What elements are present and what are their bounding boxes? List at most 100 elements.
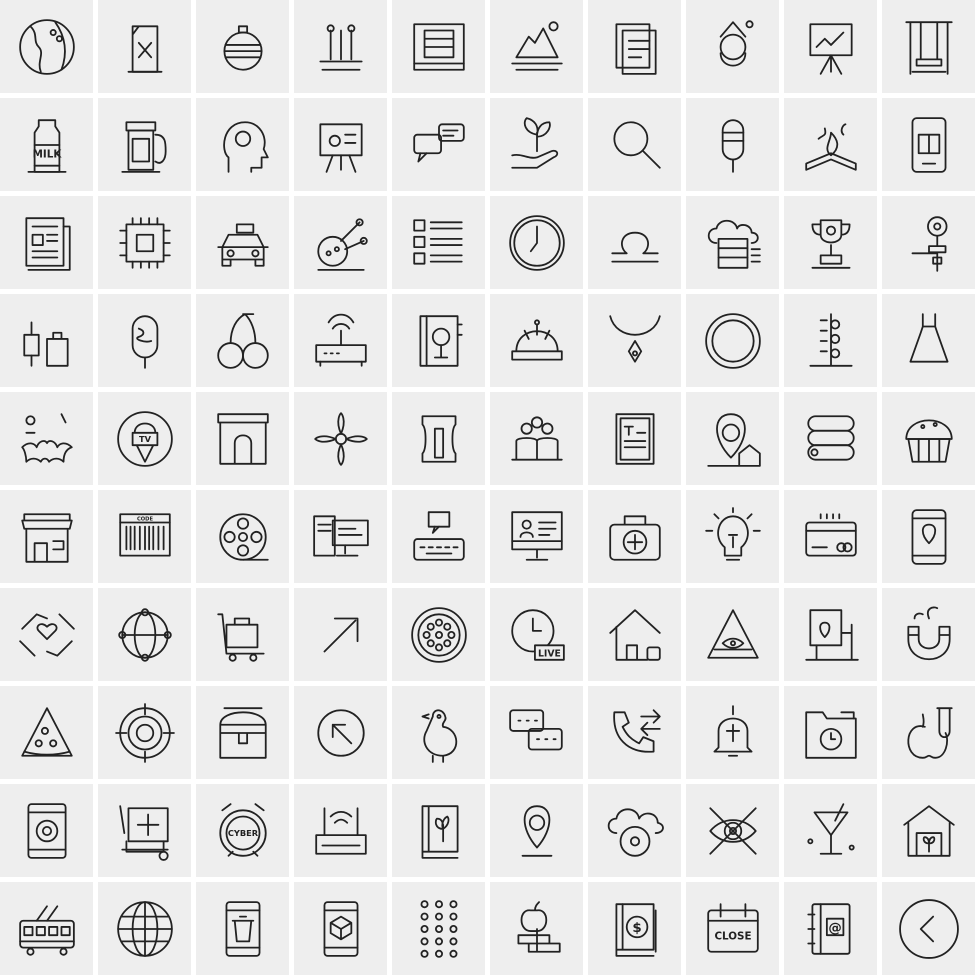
icon-tile-cpu-chip[interactable] <box>98 196 191 289</box>
icon-tile-text-document[interactable] <box>588 392 681 485</box>
icon-tile-arrow-up-right[interactable] <box>294 588 387 681</box>
icon-tile-address-book[interactable]: @ <box>784 882 877 975</box>
icon-tile-clock-live[interactable]: LIVE <box>490 588 583 681</box>
icon-tile-chevron-left-circle[interactable] <box>882 882 975 975</box>
icon-tile-cupcake[interactable] <box>882 392 975 485</box>
icon-tile-documents[interactable] <box>588 0 681 93</box>
icon-tile-building-map[interactable] <box>784 588 877 681</box>
icon-tile-kitchen-tools[interactable] <box>0 294 93 387</box>
icon-tile-credit-card[interactable] <box>784 490 877 583</box>
icon-tile-greenhouse[interactable] <box>882 784 975 877</box>
icon-tile-trophy[interactable] <box>784 196 877 289</box>
icon-tile-cherries[interactable] <box>196 294 289 387</box>
icon-tile-mobile-box[interactable] <box>294 882 387 975</box>
icon-tile-target[interactable] <box>98 686 191 779</box>
icon-tile-dress[interactable] <box>882 294 975 387</box>
icon-tile-chat[interactable] <box>490 686 583 779</box>
icon-tile-mobile-book[interactable] <box>882 98 975 191</box>
icon-tile-test-tubes[interactable] <box>294 0 387 93</box>
icon-tile-checklist[interactable] <box>392 196 485 289</box>
icon-tile-hands-heart[interactable] <box>0 588 93 681</box>
icon-tile-presentation-easel[interactable] <box>294 98 387 191</box>
icon-tile-plate[interactable] <box>686 294 779 387</box>
icon-tile-computer-setup[interactable] <box>294 490 387 583</box>
icon-tile-sleeping-bag[interactable] <box>784 392 877 485</box>
icon-tile-molecule[interactable] <box>294 196 387 289</box>
icon-tile-taxi[interactable] <box>196 196 289 289</box>
icon-tile-magnet[interactable] <box>882 588 975 681</box>
icon-tile-server-drawer[interactable] <box>392 0 485 93</box>
icon-tile-mobile-speaker[interactable] <box>0 784 93 877</box>
icon-tile-arrow-circle-up-left[interactable] <box>294 686 387 779</box>
icon-tile-ice-cream-bar[interactable] <box>98 294 191 387</box>
icon-tile-cloud-disk[interactable] <box>588 784 681 877</box>
icon-tile-chicken[interactable] <box>392 686 485 779</box>
icon-tile-monitor-profile[interactable] <box>490 490 583 583</box>
icon-tile-presentation-board[interactable] <box>784 0 877 93</box>
icon-tile-apple-books[interactable] <box>490 882 583 975</box>
icon-tile-trolleybus[interactable] <box>0 882 93 975</box>
icon-tile-fuel-can[interactable] <box>98 0 191 93</box>
icon-tile-measuring-stick[interactable] <box>784 294 877 387</box>
icon-tile-barcode[interactable]: CODE <box>98 490 191 583</box>
icon-tile-milk-bottle[interactable]: MILK <box>0 98 93 191</box>
icon-tile-tv-microphone[interactable]: TV <box>98 392 191 485</box>
icon-tile-book-fire[interactable] <box>784 98 877 191</box>
icon-tile-notebook-tree[interactable] <box>392 294 485 387</box>
icon-tile-team[interactable] <box>490 392 583 485</box>
icon-tile-pizza-base[interactable] <box>392 588 485 681</box>
icon-tile-cocktail[interactable] <box>784 784 877 877</box>
icon-tile-pizza-slice[interactable] <box>0 686 93 779</box>
icon-tile-film-reel[interactable] <box>196 490 289 583</box>
icon-tile-wifi-router[interactable] <box>294 784 387 877</box>
icon-tile-globe-network[interactable] <box>98 588 191 681</box>
icon-tile-location-house[interactable] <box>686 392 779 485</box>
icon-tile-sharpener[interactable] <box>392 392 485 485</box>
icon-tile-calendar-close[interactable]: CLOSE <box>686 882 779 975</box>
icon-tile-newspaper[interactable] <box>0 196 93 289</box>
icon-tile-dot-grid[interactable] <box>392 882 485 975</box>
icon-tile-plant-hand[interactable] <box>490 98 583 191</box>
icon-tile-tablet-drawing[interactable] <box>98 784 191 877</box>
icon-tile-helmet[interactable] <box>490 294 583 387</box>
icon-tile-router[interactable] <box>294 294 387 387</box>
icon-tile-shop[interactable] <box>0 490 93 583</box>
icon-tile-phone-transfer[interactable] <box>588 686 681 779</box>
icon-tile-fuel-pump[interactable] <box>98 98 191 191</box>
icon-tile-storefront-arch[interactable] <box>196 392 289 485</box>
icon-tile-treasure-chest[interactable] <box>196 686 289 779</box>
icon-tile-keyboard-chat[interactable] <box>392 490 485 583</box>
icon-tile-bell[interactable] <box>686 686 779 779</box>
icon-tile-first-aid-kit[interactable] <box>588 490 681 583</box>
icon-tile-mobile-trash[interactable] <box>196 882 289 975</box>
icon-tile-christmas-ornament[interactable] <box>196 0 289 93</box>
icon-tile-book-dollar[interactable]: $ <box>588 882 681 975</box>
icon-tile-map-pin[interactable] <box>490 784 583 877</box>
icon-tile-popsicle[interactable] <box>686 98 779 191</box>
icon-tile-pendant-necklace[interactable] <box>588 294 681 387</box>
icon-tile-alarm-clock[interactable]: CYBER <box>196 784 289 877</box>
icon-tile-chat-bubbles[interactable] <box>392 98 485 191</box>
icon-tile-eye-pencils[interactable] <box>686 784 779 877</box>
icon-tile-globe[interactable] <box>0 0 93 93</box>
icon-tile-iceberg[interactable] <box>490 0 583 93</box>
icon-tile-magnifier[interactable] <box>588 98 681 191</box>
icon-tile-mobile-location[interactable] <box>882 490 975 583</box>
icon-tile-bat[interactable] <box>0 392 93 485</box>
icon-tile-clock[interactable] <box>490 196 583 289</box>
icon-tile-book-plant[interactable] <box>392 784 485 877</box>
icon-tile-head-gear[interactable] <box>196 98 289 191</box>
icon-tile-globe-grid[interactable] <box>98 882 191 975</box>
icon-tile-flower[interactable] <box>294 392 387 485</box>
icon-tile-folder-time[interactable] <box>784 686 877 779</box>
icon-tile-santa[interactable] <box>686 0 779 93</box>
icon-tile-cloud-server[interactable] <box>686 196 779 289</box>
icon-tile-apple-test-tube[interactable] <box>882 686 975 779</box>
icon-tile-light-bulb[interactable] <box>686 490 779 583</box>
icon-tile-luggage-cart[interactable] <box>196 588 289 681</box>
icon-tile-swing[interactable] <box>882 0 975 93</box>
icon-tile-house-lock[interactable] <box>588 588 681 681</box>
icon-tile-valve[interactable] <box>882 196 975 289</box>
icon-tile-libra[interactable] <box>588 196 681 289</box>
icon-tile-pyramid-eye[interactable] <box>686 588 779 681</box>
